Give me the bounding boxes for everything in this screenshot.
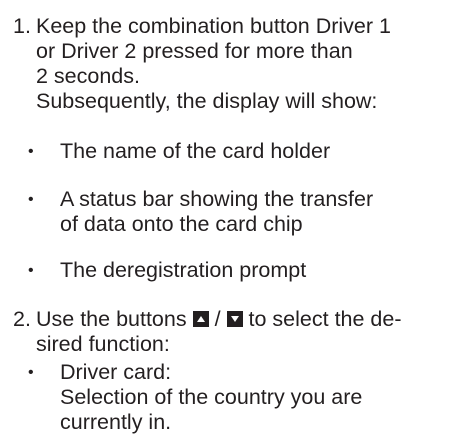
icon-separator: / [214,307,221,331]
bullet-text: The name of the card holder [60,139,331,163]
bullet-text: A status bar showing the transfer [60,187,374,211]
step-text-segment: to select the de- [248,307,402,331]
bullet-icon: • [28,364,34,381]
list-item: • Driver card: Selection of the country … [28,360,460,435]
bullet-text: of data onto the card chip [60,212,303,236]
bullet-icon: • [28,143,34,160]
list-item: • A status bar showing the transfer of d… [28,187,460,237]
step-text-line: Keep the combination button Driver 1 [36,14,391,38]
bullet-icon: • [28,191,34,208]
list-item: • The deregistration prompt [28,258,460,283]
step-number: 1. [13,14,31,38]
list-item: • The name of the card holder [28,139,460,164]
step-text-line: sired function: [36,332,170,356]
bullet-text: currently in. [60,410,172,434]
step-text-line: or Driver 2 pressed for more than [36,39,353,63]
step-text-segment: Use the buttons [36,307,187,331]
step-text-line: Subsequently, the display will show: [36,89,378,113]
bullet-text: Driver card: [60,360,172,384]
step-1: 1. Keep the combination button Driver 1 … [13,14,456,114]
step-number: 2. [13,307,31,331]
instruction-page: 1. Keep the combination button Driver 1 … [0,0,468,434]
down-arrow-button-icon [226,311,243,327]
step-2: 2. Use the buttons / to select the de- s… [13,307,456,357]
bullet-text: Selection of the country you are [60,385,363,409]
step-text-line: Use the buttons / to select the de- [36,307,456,332]
step-text-line: 2 seconds. [36,64,140,88]
bullet-icon: • [28,262,34,279]
bullet-text: The deregistration prompt [60,258,307,282]
up-arrow-button-icon [192,311,209,327]
